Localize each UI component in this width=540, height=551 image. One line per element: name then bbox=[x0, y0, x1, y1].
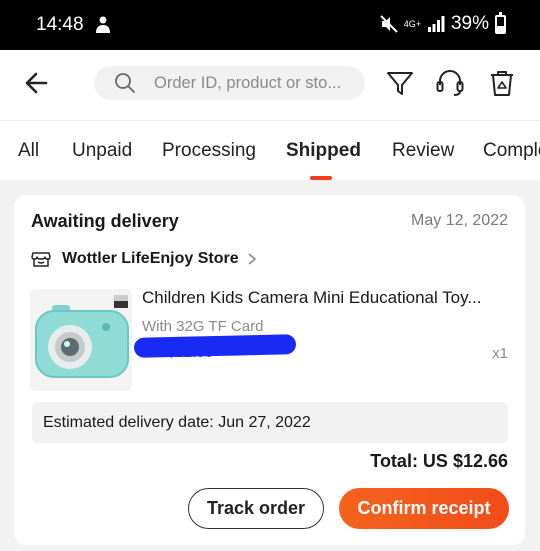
tab-unpaid[interactable]: Unpaid bbox=[72, 140, 132, 162]
status-indicators: 4G+ 39% bbox=[379, 11, 506, 35]
store-name: Wottler LifeEnjoy Store bbox=[62, 250, 239, 267]
battery-icon bbox=[495, 11, 506, 34]
estimated-delivery-box: Estimated delivery date: Jun 27, 2022 bbox=[32, 402, 508, 443]
user-silhouette-icon bbox=[96, 16, 110, 33]
tab-all[interactable]: All bbox=[18, 140, 39, 162]
tab-review[interactable]: Review bbox=[392, 140, 454, 162]
network-type: 4G+ bbox=[403, 18, 421, 29]
search-input[interactable]: Order ID, product or sto... bbox=[94, 66, 365, 100]
status-bar: 14:48 4G+ 39% bbox=[0, 0, 540, 50]
customer-service-icon[interactable] bbox=[434, 67, 466, 99]
order-date: May 12, 2022 bbox=[411, 212, 508, 229]
status-time: 14:48 bbox=[36, 14, 84, 35]
track-order-button[interactable]: Track order bbox=[188, 488, 324, 529]
product-image[interactable] bbox=[30, 289, 132, 391]
signal-icon bbox=[427, 16, 445, 32]
order-total: Total: US $12.66 bbox=[370, 451, 508, 471]
store-icon bbox=[31, 252, 51, 267]
confirm-receipt-button[interactable]: Confirm receipt bbox=[339, 488, 509, 529]
filter-icon[interactable] bbox=[384, 67, 416, 99]
order-status: Awaiting delivery bbox=[31, 211, 179, 231]
search-placeholder: Order ID, product or sto... bbox=[154, 74, 342, 92]
product-quantity: x1 bbox=[492, 345, 508, 362]
back-arrow-icon[interactable] bbox=[22, 68, 52, 98]
estimated-delivery-text: Estimated delivery date: Jun 27, 2022 bbox=[43, 414, 311, 431]
order-card[interactable]: Awaiting delivery May 12, 2022 Wottler L… bbox=[14, 195, 525, 545]
delete-icon[interactable] bbox=[486, 67, 518, 99]
tab-completed[interactable]: Comple bbox=[483, 140, 540, 162]
product-variant: With 32G TF Card bbox=[142, 318, 264, 335]
order-status-tabs: All Unpaid Processing Shipped Review Com… bbox=[0, 120, 540, 180]
active-tab-indicator bbox=[310, 176, 332, 180]
kids-camera-picture bbox=[30, 289, 132, 391]
battery-percent: 39% bbox=[450, 13, 489, 34]
tab-processing[interactable]: Processing bbox=[162, 140, 256, 162]
search-icon bbox=[115, 73, 135, 93]
tab-shipped[interactable]: Shipped bbox=[286, 140, 361, 162]
chevron-right-icon bbox=[248, 253, 256, 265]
product-title[interactable]: Children Kids Camera Mini Educational To… bbox=[142, 288, 510, 308]
store-link[interactable]: Wottler LifeEnjoy Store bbox=[31, 247, 259, 271]
app-header: Order ID, product or sto... bbox=[0, 50, 540, 120]
redaction-scribble bbox=[133, 334, 297, 358]
mute-icon bbox=[379, 15, 398, 33]
